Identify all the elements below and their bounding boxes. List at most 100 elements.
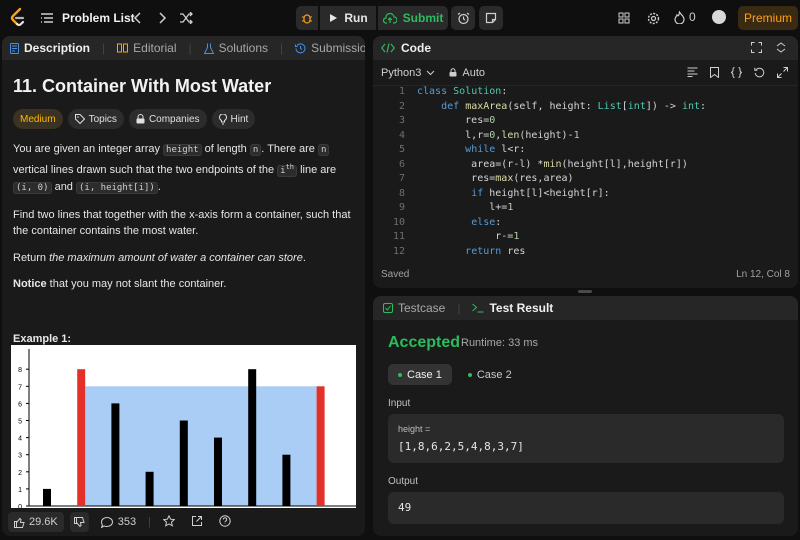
help-button[interactable] [219,514,231,530]
code-line[interactable]: 11 r-=1 [373,231,798,246]
thumbs-up-icon [14,517,25,528]
bottom-action-bar: 29.6K 353 | [2,508,365,536]
grid-icon [618,12,630,24]
desc-bold: Notice [13,278,47,290]
case-1-tab[interactable]: Case 1 [388,364,452,385]
superscript: th [285,162,295,171]
next-problem-button[interactable] [152,8,172,28]
input-box: height = [1,8,6,2,5,4,8,3,7] [388,414,784,463]
leetcode-logo-icon[interactable] [8,7,28,29]
code-line[interactable]: 5 while l<r: [373,144,798,159]
case-2-tab[interactable]: Case 2 [458,364,522,385]
favorite-button[interactable] [162,514,176,530]
chevron-up-down-icon[interactable] [776,42,786,53]
y-tick-label: 4 [18,436,22,443]
flame-icon [674,10,685,24]
result-panel: Testcase | Test Result Accepted Runtime:… [373,296,798,536]
debug-button[interactable] [296,6,318,30]
y-tick-label: 7 [18,384,22,391]
code-brackets-icon [381,43,395,53]
code-line[interactable]: 10 else: [373,217,798,232]
difficulty-badge[interactable]: Medium [13,109,63,129]
line-number: 8 [398,187,405,199]
code-line[interactable]: 1 class Solution: [373,86,798,101]
code-line[interactable]: 6 area=(r-l) *min(height[l],height[r]) [373,159,798,174]
comments-button[interactable]: 353 [100,516,136,528]
tab-submissions[interactable]: Submissions [295,41,365,55]
chevron-down-icon [427,70,435,75]
code-editor[interactable]: 1 class Solution: 2 def maxArea(self, heig… [373,86,798,258]
height-bar [282,454,291,506]
random-problem-button[interactable] [176,8,196,28]
line-code: res=0 [417,115,496,126]
tab-testcase[interactable]: Testcase [383,301,445,315]
hint-label: Hint [230,113,249,125]
tab-solutions[interactable]: Solutions [203,41,268,55]
book-icon [117,43,129,53]
maximize-icon[interactable] [751,42,762,53]
share-button[interactable] [191,515,203,530]
tab-editorial[interactable]: Editorial [117,41,177,55]
result-tabs: Testcase | Test Result [373,296,798,320]
code-line[interactable]: 9 l+=1 [373,202,798,217]
tab-divider: | [188,41,192,55]
horizontal-splitter[interactable] [578,290,592,293]
braces-icon[interactable] [731,67,742,78]
reset-icon[interactable] [754,67,765,78]
case-tabs: Case 1 Case 2 [388,364,522,385]
desc-text: vertical lines drawn such that the two e… [13,163,278,176]
lightbulb-icon [218,113,227,124]
y-tick-label: 1 [18,487,22,494]
bookmark-icon[interactable] [710,67,719,78]
submit-button[interactable]: Submit [378,6,448,30]
topics-tag[interactable]: Topics [67,109,124,129]
code-line[interactable]: 12 return res [373,246,798,259]
problem-tags: Medium Topics Companies Hint [13,109,356,129]
line-code: r-=1 [417,231,520,242]
timer-button[interactable] [451,6,475,30]
problem-list-button[interactable]: Problem List [40,8,135,28]
layout-button[interactable] [614,8,634,28]
line-code: res=max(res,area) [417,173,574,184]
avatar[interactable] [712,10,726,24]
height-bar [214,437,222,506]
alarm-clock-icon [457,12,469,24]
line-number: 11 [392,231,405,242]
companies-tag[interactable]: Companies [128,109,207,129]
code-line[interactable]: 4 l,r=0,len(height)-1 [373,130,798,145]
prev-problem-button[interactable] [128,8,148,28]
example-heading: Example 1: [13,332,72,345]
code-header-label: Code [401,41,431,55]
code-panel: Code Python3 Auto 1 class Solution: 2 def … [373,36,798,288]
difficulty-label: Medium [20,113,56,125]
dislike-button[interactable] [69,512,89,532]
code-line[interactable]: 2 def maxArea(self, height: List[int]) -… [373,101,798,116]
premium-button[interactable]: Premium [738,6,798,30]
tab-description[interactable]: Description [10,41,90,55]
notes-button[interactable] [479,6,503,30]
tab-test-result[interactable]: Test Result [472,301,553,315]
code-line[interactable]: 7 res=max(res,area) [373,173,798,188]
settings-button[interactable] [643,8,663,28]
line-number: 1 [398,86,405,97]
hint-tag[interactable]: Hint [211,109,256,129]
pass-dot [398,372,402,377]
format-icon[interactable] [687,67,698,77]
status-badge: Accepted [388,334,461,351]
streak-counter[interactable]: 0 [674,10,696,24]
line-code: def maxArea(self, height: List[int]) -> … [441,100,707,112]
star-icon [162,514,176,527]
run-button[interactable]: Run [320,6,376,30]
like-button[interactable]: 29.6K [8,512,64,532]
language-select[interactable]: Python3 [381,67,435,79]
height-bar [111,403,120,506]
height-bar [77,369,86,506]
code-line[interactable]: 3 res=0 [373,115,798,130]
vertical-splitter[interactable] [365,36,373,536]
expand-icon[interactable] [777,67,788,78]
pass-dot [467,372,472,377]
code-line[interactable]: 8 if height[l]<height[r]: [373,188,798,203]
auto-mode-toggle[interactable]: Auto [449,67,485,79]
runtime-text: Runtime: 33 ms [461,337,539,349]
height-bar [145,471,154,506]
